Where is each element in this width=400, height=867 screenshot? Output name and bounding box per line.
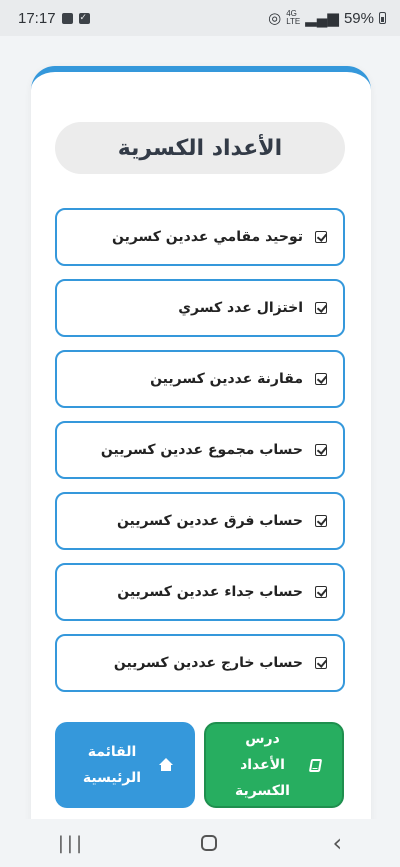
topic-label: مقارنة عددين كسريين	[150, 371, 303, 387]
status-bar: 17:17 ◎ 4G LTE ▂▄▆ 59%	[0, 0, 400, 36]
topic-item-quotient-fractions[interactable]: حساب خارج عددين كسريين	[55, 634, 345, 692]
check-square-icon	[315, 515, 327, 527]
topic-item-product-fractions[interactable]: حساب جداء عددين كسريين	[55, 563, 345, 621]
topic-label: اختزال عدد كسري	[178, 300, 303, 316]
topic-label: توحيد مقامي عددين كسرين	[111, 229, 303, 245]
page-title: الأعداد الكسرية	[55, 122, 345, 174]
topic-item-simplify-fraction[interactable]: اختزال عدد كسري	[55, 279, 345, 337]
signal-icon: ▂▄▆	[305, 10, 339, 27]
check-square-icon	[315, 586, 327, 598]
topic-item-unify-denominators[interactable]: توحيد مقامي عددين كسرين	[55, 208, 345, 266]
back-icon[interactable]: ‹	[333, 829, 343, 857]
home-button-label: القائمة الرئيسية	[82, 744, 142, 786]
battery-icon	[379, 12, 386, 24]
topics-list: توحيد مقامي عددين كسرين اختزال عدد كسري …	[55, 208, 345, 705]
lesson-button-label: درس الأعداد الكسرية	[235, 731, 290, 799]
main-card: الأعداد الكسرية توحيد مقامي عددين كسرين …	[31, 66, 371, 826]
topic-label: حساب خارج عددين كسريين	[113, 655, 303, 671]
network-type: 4G LTE	[286, 9, 301, 26]
gallery-notification-icon	[61, 12, 73, 24]
topic-item-sum-fractions[interactable]: حساب مجموع عددين كسريين	[55, 421, 345, 479]
home-nav-icon[interactable]	[200, 835, 217, 851]
check-square-icon	[315, 231, 327, 243]
topic-label: حساب مجموع عددين كسريين	[100, 442, 303, 458]
hotspot-icon: ◎	[268, 10, 282, 27]
check-square-icon	[315, 444, 327, 456]
status-left: 17:17	[18, 10, 90, 27]
topic-label: حساب جداء عددين كسريين	[117, 584, 303, 600]
check-square-icon	[315, 373, 327, 385]
recent-apps-icon[interactable]: |||	[58, 833, 85, 854]
check-square-icon	[315, 302, 327, 314]
book-icon	[308, 758, 322, 772]
system-nav-bar: ||| ‹	[0, 819, 400, 867]
check-notification-icon	[78, 12, 90, 24]
battery-percent: 59%	[343, 9, 374, 27]
lesson-button[interactable]: درس الأعداد الكسرية	[204, 722, 344, 808]
topic-item-compare-fractions[interactable]: مقارنة عددين كسريين	[55, 350, 345, 408]
status-right: ◎ 4G LTE ▂▄▆ 59%	[268, 9, 386, 27]
check-square-icon	[315, 657, 327, 669]
home-icon	[159, 758, 173, 772]
topic-label: حساب فرق عددين كسريين	[116, 513, 303, 529]
status-time: 17:17	[18, 9, 56, 27]
home-button[interactable]: القائمة الرئيسية	[55, 722, 195, 808]
topic-item-difference-fractions[interactable]: حساب فرق عددين كسريين	[55, 492, 345, 550]
